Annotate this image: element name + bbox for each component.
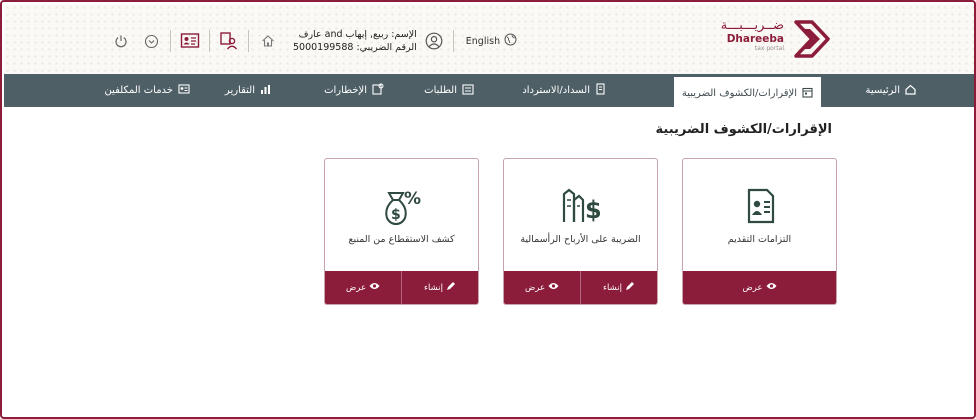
bar-chart-icon [260, 84, 271, 98]
action-divider [580, 271, 581, 304]
logo-mark-icon [790, 18, 836, 64]
logo-english-text: Dhareeba [726, 33, 784, 45]
nav-item-requests[interactable]: الطلبات [424, 74, 474, 107]
nav-item-taxpayer-services[interactable]: خدمات المكلفين [104, 74, 190, 107]
filing-document-icon [743, 188, 777, 228]
view-label: عرض [345, 282, 367, 293]
svg-text:$: $ [391, 207, 401, 223]
header-divider [209, 30, 210, 52]
language-label: English [465, 35, 501, 47]
logo-arabic-text: ضــريـــبـــة [720, 18, 784, 33]
card-title: كشف الاستقطاع من المنبع [348, 234, 455, 245]
svg-text:$: $ [585, 196, 601, 224]
capital-gains-icon: $ [561, 188, 601, 228]
calendar-icon [802, 87, 813, 101]
card-filing-obligations: التزامات التقديم عرض [682, 158, 837, 305]
header-toolbar: الإسم: ربيع, إيهاب and عارف الرقم الضريب… [110, 26, 517, 56]
notifications-icon [372, 83, 384, 98]
card-actions: عرض [683, 271, 836, 304]
eye-icon [369, 282, 380, 293]
view-button[interactable]: عرض [325, 271, 401, 304]
nav-label: التقارير [224, 85, 255, 96]
view-label: عرض [524, 282, 546, 293]
power-icon[interactable] [110, 30, 132, 52]
create-button[interactable]: إنشاء [402, 271, 478, 304]
nav-item-reports[interactable]: التقارير [225, 74, 271, 107]
nav-item-payments[interactable]: السداد/الاسترداد [522, 74, 606, 107]
main-nav: الرئيسية الإقرارات/الكشوف الضريبية السدا… [4, 74, 974, 110]
top-header: الإسم: ربيع, إيهاب and عارف الرقم الضريب… [4, 4, 974, 74]
header-divider [248, 30, 249, 52]
card-actions: إنشاء عرض [325, 271, 478, 304]
user-info: الإسم: ربيع, إيهاب and عارف الرقم الضريب… [293, 28, 445, 54]
home-icon[interactable] [257, 30, 279, 52]
payment-icon [595, 83, 606, 98]
globe-icon [504, 33, 517, 49]
id-card-icon[interactable] [179, 30, 201, 52]
action-divider [401, 271, 402, 304]
requests-icon [462, 83, 474, 98]
card-withholding-statement: $ % كشف الاستقطاع من المنبع إنشاء عرض [324, 158, 479, 305]
user-switch-icon[interactable] [218, 30, 240, 52]
create-button[interactable]: إنشاء [581, 271, 657, 304]
dhareeba-logo[interactable]: ضــريـــبـــة Dhareeba tax portal [721, 18, 842, 64]
nav-label: خدمات المكلفين [104, 85, 173, 96]
nav-label: الطلبات [424, 85, 457, 96]
taxpayer-services-icon [178, 83, 190, 98]
logo-subtitle: tax portal [754, 45, 784, 52]
nav-label: الإخطارات [324, 85, 367, 96]
header-divider [170, 30, 171, 52]
view-label: عرض [742, 282, 763, 293]
view-button[interactable]: عرض [504, 271, 580, 304]
eye-icon [548, 282, 559, 293]
card-capital-gains-tax: $ الضريبة على الأرباح الرأسمالية إنشاء ع… [503, 158, 658, 305]
user-name: الإسم: ربيع, إيهاب and عارف [298, 29, 417, 40]
card-title: التزامات التقديم [727, 234, 792, 245]
tax-number: الرقم الضريبي: 5000199588 [293, 42, 417, 53]
nav-label: الإقرارات/الكشوف الضريبية [681, 88, 797, 99]
money-bag-percent-icon: $ % [383, 188, 421, 230]
card-title: الضريبة على الأرباح الرأسمالية [520, 234, 641, 245]
page-title: الإقرارات/الكشوف الضريبية [655, 122, 832, 137]
svg-text:%: % [404, 189, 421, 209]
pencil-icon [446, 281, 456, 294]
create-label: إنشاء [424, 282, 443, 293]
card-actions: إنشاء عرض [504, 271, 657, 304]
nav-item-home[interactable]: الرئيسية [866, 74, 916, 107]
pencil-icon [625, 281, 635, 294]
nav-item-returns[interactable]: الإقرارات/الكشوف الضريبية [673, 77, 821, 110]
language-switcher[interactable]: English [466, 33, 517, 49]
home-icon [905, 84, 916, 98]
chevron-circle-icon[interactable] [140, 30, 162, 52]
nav-item-notifications[interactable]: الإخطارات [324, 74, 384, 107]
view-button[interactable]: عرض [683, 271, 836, 304]
header-divider [452, 30, 454, 52]
nav-label: الرئيسية [865, 85, 900, 96]
create-label: إنشاء [603, 282, 622, 293]
eye-icon [766, 282, 777, 293]
user-circle-icon[interactable] [423, 30, 445, 52]
app-frame: الإسم: ربيع, إيهاب and عارف الرقم الضريب… [0, 0, 976, 419]
nav-label: السداد/الاسترداد [522, 85, 590, 96]
